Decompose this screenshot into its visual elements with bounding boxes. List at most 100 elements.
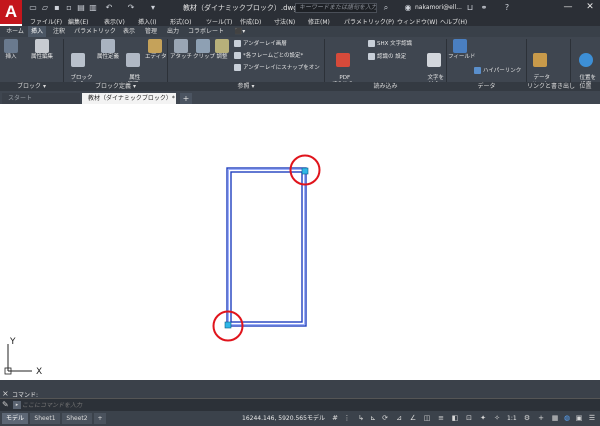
- menu-dimension[interactable]: 寸法(N): [274, 17, 295, 26]
- menu-tools[interactable]: ツール(T): [206, 17, 232, 26]
- model-space-toggle[interactable]: モデル: [307, 413, 325, 424]
- recognition-settings-button[interactable]: 認識の 設定: [368, 53, 406, 62]
- drawing-canvas[interactable]: Y X: [0, 104, 600, 380]
- attach-button[interactable]: アタッチ: [170, 39, 192, 61]
- panel-title-block[interactable]: ブロック ▾: [0, 82, 63, 91]
- undo-icon[interactable]: ↶: [104, 3, 114, 13]
- auto-scale-icon[interactable]: ✧: [492, 413, 502, 424]
- units-icon[interactable]: ▦: [550, 413, 560, 424]
- customization-menu-icon[interactable]: ☰: [587, 413, 597, 424]
- menu-modify[interactable]: 修正(M): [308, 17, 330, 26]
- menu-view[interactable]: 表示(V): [104, 17, 125, 26]
- close-button[interactable]: ✕: [584, 1, 596, 13]
- menu-file[interactable]: ファイル(F): [30, 17, 62, 26]
- menu-draw[interactable]: 作成(D): [240, 17, 261, 26]
- dynamic-block-rectangle[interactable]: [226, 167, 307, 327]
- snap-icon[interactable]: ⋮: [342, 413, 352, 424]
- help-icon[interactable]: ?: [502, 3, 512, 13]
- snap-underlay-dropdown[interactable]: アンダーレイにスナップをオン: [234, 64, 320, 73]
- qat-dropdown-icon[interactable]: ▾: [148, 3, 158, 13]
- tab-annotate[interactable]: 注釈: [50, 26, 68, 37]
- user-name[interactable]: nakamori@ell...: [415, 4, 462, 11]
- clip-button[interactable]: クリップ: [193, 39, 215, 61]
- block-editor-icon: [148, 39, 162, 53]
- search-icon[interactable]: ⌕: [381, 3, 391, 13]
- field-button[interactable]: フィールド: [448, 39, 475, 61]
- search-input[interactable]: キーワードまたは語句を入力: [295, 3, 377, 13]
- save-icon[interactable]: ▪: [52, 3, 62, 13]
- ortho-icon[interactable]: ⊾: [368, 413, 378, 424]
- layout-tab-sheet1[interactable]: Sheet1: [30, 413, 60, 424]
- grid-icon[interactable]: #: [330, 413, 340, 424]
- rect-inner-outline[interactable]: [230, 171, 303, 323]
- tab-extra-dropdown[interactable]: ⬛▾: [232, 26, 248, 37]
- polar-tracking-icon[interactable]: ⟳: [380, 413, 390, 424]
- transparency-icon[interactable]: ◧: [450, 413, 460, 424]
- tab-output[interactable]: 出力: [164, 26, 182, 37]
- application-menu-button[interactable]: A: [0, 0, 22, 24]
- edit-attribute-button[interactable]: 属性編集: [28, 39, 56, 61]
- plot-icon[interactable]: ▤: [76, 3, 86, 13]
- globe-icon: [579, 53, 593, 67]
- underlay-layers-button[interactable]: アンダーレイ画層: [234, 40, 287, 49]
- insert-block-button[interactable]: 挿入: [3, 39, 19, 61]
- cart-icon[interactable]: ⊔: [465, 3, 475, 13]
- define-attribute-button[interactable]: 属性定義: [95, 39, 121, 61]
- infer-constraints-icon[interactable]: ↳: [356, 413, 366, 424]
- menu-parametric[interactable]: パラメトリック(P): [344, 17, 394, 26]
- save-as-icon[interactable]: ▫: [64, 3, 74, 13]
- hyperlink-button[interactable]: ハイパーリンク: [474, 67, 521, 76]
- frames-setting-dropdown[interactable]: *各フレームごとの設定*: [234, 52, 303, 61]
- shx-recognition-button[interactable]: SHX 文字認識: [368, 40, 412, 49]
- tab-collaborate[interactable]: コラボレート: [186, 26, 226, 37]
- user-icon[interactable]: ◉: [403, 3, 413, 13]
- tab-home[interactable]: ホーム: [4, 26, 26, 37]
- workspace-icon[interactable]: ⚙: [522, 413, 532, 424]
- lineweight-icon[interactable]: ≡: [436, 413, 446, 424]
- object-snap-tracking-icon[interactable]: ∠: [408, 413, 418, 424]
- command-prompt-icon[interactable]: ▸: [13, 401, 21, 409]
- cursor-coordinates[interactable]: 16244.146, 5920.565: [242, 413, 307, 424]
- menu-edit[interactable]: 編集(E): [68, 17, 88, 26]
- annotation-monitor-icon[interactable]: +: [536, 413, 546, 424]
- grip-bottom-left[interactable]: [224, 321, 232, 329]
- selection-cycling-icon[interactable]: ⊡: [464, 413, 474, 424]
- command-close-icon[interactable]: ×: [2, 389, 9, 398]
- hardware-acceleration-icon[interactable]: ◍: [562, 413, 572, 424]
- tab-insert[interactable]: 挿入: [28, 26, 46, 37]
- tab-start[interactable]: スタート: [2, 93, 80, 104]
- panel-title-block-definition[interactable]: ブロック定義 ▾: [64, 82, 167, 91]
- layout-tab-add[interactable]: +: [94, 413, 106, 424]
- menu-help[interactable]: ヘルプ(H): [440, 17, 467, 26]
- ribbon-panel-titles: ブロック ▾ ブロック定義 ▾ 参照 ▾ 読み込み データ リンクと書き出し 位…: [0, 82, 600, 91]
- tab-drawing[interactable]: 教材（ダイナミックブロック）* ×: [82, 93, 186, 104]
- command-input[interactable]: [22, 400, 592, 410]
- new-file-icon[interactable]: ▭: [28, 3, 38, 13]
- block-editor-button[interactable]: エディタ: [145, 39, 167, 61]
- layout-tab-model[interactable]: モデル: [2, 413, 28, 424]
- tab-manage[interactable]: 管理: [142, 26, 160, 37]
- a360-icon[interactable]: ⚭: [478, 3, 490, 13]
- menu-window[interactable]: ウィンドウ(W): [397, 17, 438, 26]
- minimize-button[interactable]: —: [562, 1, 574, 13]
- menu-insert[interactable]: 挿入(I): [138, 17, 156, 26]
- menu-format[interactable]: 形式(O): [170, 17, 191, 26]
- redo-icon[interactable]: ↷: [126, 3, 136, 13]
- grip-top-right[interactable]: [301, 167, 309, 175]
- tab-view[interactable]: 表示: [120, 26, 138, 37]
- new-tab-button[interactable]: +: [180, 93, 192, 104]
- customize-icon[interactable]: ✎: [2, 400, 9, 409]
- panel-title-reference[interactable]: 参照 ▾: [168, 82, 324, 91]
- adjust-button[interactable]: 調整: [214, 39, 230, 61]
- drawing-area[interactable]: Y X: [0, 104, 600, 380]
- open-folder-icon[interactable]: ▱: [40, 3, 50, 13]
- layout-tab-sheet2[interactable]: Sheet2: [62, 413, 92, 424]
- isodraft-icon[interactable]: ⊿: [394, 413, 404, 424]
- web-mobile-icon[interactable]: ▥: [88, 3, 98, 13]
- annotation-scale[interactable]: 1:1: [507, 413, 517, 424]
- clean-screen-icon[interactable]: ▣: [574, 413, 584, 424]
- annotation-visibility-icon[interactable]: ✦: [478, 413, 488, 424]
- tab-parametric[interactable]: パラメトリック: [72, 26, 118, 37]
- object-snap-icon[interactable]: ◫: [422, 413, 432, 424]
- rect-outer-outline[interactable]: [226, 167, 307, 327]
